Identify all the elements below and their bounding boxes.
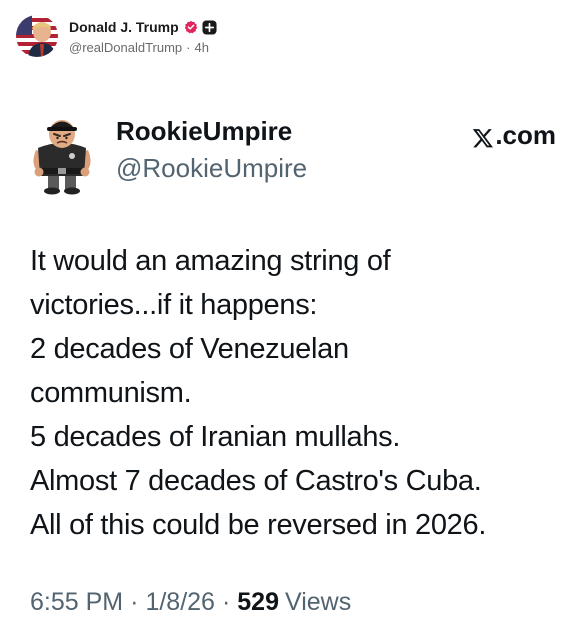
x-logo-icon bbox=[472, 125, 494, 148]
tweet-footer: 6:55 PM · 1/8/26 · 529 Views bbox=[30, 588, 351, 617]
post-age[interactable]: 4h bbox=[195, 40, 209, 55]
x-com-source-link[interactable]: .com bbox=[472, 120, 556, 151]
tweet-text-line: All of this could be reversed in 2026. bbox=[30, 509, 487, 541]
author-avatar[interactable] bbox=[16, 15, 58, 57]
tweet-identity: RookieUmpire @RookieUmpire bbox=[116, 116, 307, 184]
tweet-text-line: Almost 7 decades of Castro's Cuba. bbox=[30, 465, 482, 497]
tweet-author-handle[interactable]: @RookieUmpire bbox=[116, 152, 307, 184]
x-com-source-text: .com bbox=[495, 120, 556, 150]
author-handle-row: @realDonaldTrump · 4h bbox=[69, 40, 217, 55]
views-label[interactable]: Views bbox=[285, 588, 351, 617]
tweet-text: It would an amazing string of victories.… bbox=[30, 239, 570, 547]
tweet-text-line: victories...if it happens: bbox=[30, 289, 318, 321]
author-handle[interactable]: @realDonaldTrump bbox=[69, 40, 182, 55]
views-count[interactable]: 529 bbox=[237, 588, 279, 617]
tweet-text-line: communism. bbox=[30, 377, 192, 409]
author-display-name[interactable]: Donald J. Trump bbox=[69, 19, 179, 35]
umpire-avatar[interactable] bbox=[20, 112, 104, 196]
post-header: Donald J. Trump @realDonaldTrump · 4h bbox=[16, 14, 217, 58]
footer-separator: · bbox=[130, 588, 139, 616]
tweet-text-line: 2 decades of Venezuelan bbox=[30, 333, 349, 365]
tweet-date[interactable]: 1/8/26 bbox=[145, 588, 215, 617]
tweet-author-name[interactable]: RookieUmpire bbox=[116, 116, 307, 146]
tweet-text-line: It would an amazing string of bbox=[30, 245, 391, 277]
handle-separator: · bbox=[186, 40, 191, 55]
tweet-header: RookieUmpire @RookieUmpire bbox=[20, 112, 307, 196]
post-screen: Donald J. Trump @realDonaldTrump · 4h Ro… bbox=[0, 0, 588, 621]
embedded-tweet-card[interactable]: RookieUmpire @RookieUmpire .com It would… bbox=[0, 94, 588, 621]
author-name-row: Donald J. Trump bbox=[69, 17, 217, 37]
post-meta: Donald J. Trump @realDonaldTrump · 4h bbox=[69, 17, 217, 55]
tweet-text-line: 5 decades of Iranian mullahs. bbox=[30, 421, 401, 453]
follow-plus-icon[interactable] bbox=[202, 19, 217, 35]
footer-separator: · bbox=[221, 588, 231, 616]
verified-badge-icon bbox=[184, 20, 198, 34]
tweet-time[interactable]: 6:55 PM bbox=[30, 588, 123, 617]
